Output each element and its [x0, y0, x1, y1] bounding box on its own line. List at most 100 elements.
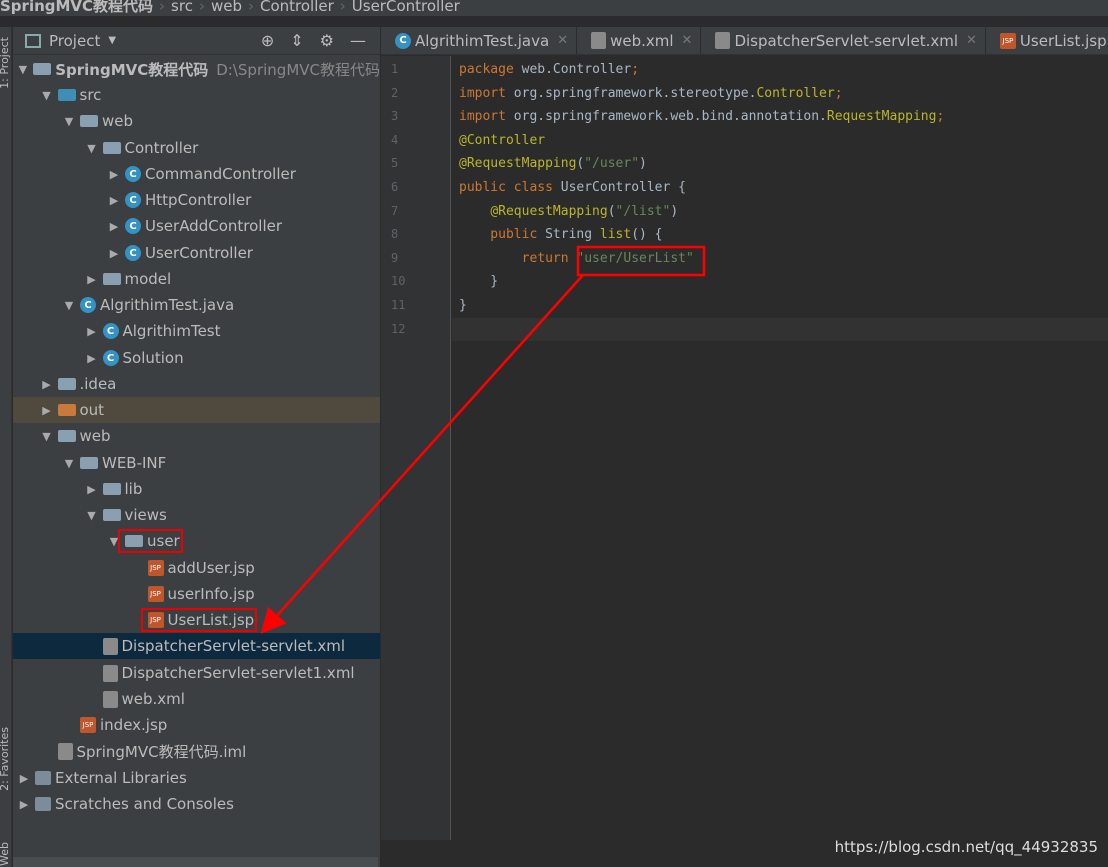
- tree-item[interactable]: ▼ C AlgrithimTest.java: [13, 292, 380, 318]
- tree-item[interactable]: ▶ C UserController: [13, 240, 380, 266]
- collapse-arrow-icon[interactable]: ▶: [107, 247, 121, 260]
- expand-arrow-icon[interactable]: ▼: [62, 457, 76, 470]
- project-panel-header: Project ▼ ⊕ ⇕ ⚙ —: [13, 27, 380, 55]
- editor-gutter: 1 2 3 4 5 6 7 8 9 10 11 12: [381, 56, 451, 840]
- tree-item[interactable]: ▼ user: [13, 528, 380, 554]
- tree-item-label: Solution: [122, 349, 184, 367]
- tree-item[interactable]: DispatcherServlet-servlet.xml: [13, 633, 380, 659]
- tree-item[interactable]: ▼ Controller: [13, 135, 380, 161]
- tree-item[interactable]: ▼ WEB-INF: [13, 450, 380, 476]
- editor-tab[interactable]: DispatcherServlet-servlet.xml ✕: [701, 27, 986, 54]
- tree-item-label: UserController: [145, 244, 253, 262]
- collapse-arrow-icon[interactable]: ▶: [85, 273, 99, 286]
- expand-arrow-icon[interactable]: ▼: [107, 535, 121, 548]
- breadcrumb-separator: ›: [198, 0, 205, 15]
- breadcrumb-item[interactable]: SpringMVC教程代码: [0, 0, 153, 15]
- project-view-selector[interactable]: Project: [49, 32, 100, 50]
- tree-item-label: web: [79, 427, 111, 445]
- editor-tab[interactable]: JSPUserList.jsp✕: [986, 27, 1108, 54]
- tree-item[interactable]: web.xml: [13, 686, 380, 712]
- tree-item[interactable]: ▶ lib: [13, 476, 380, 502]
- tree-item[interactable]: JSP addUser.jsp: [13, 555, 380, 581]
- library-icon: [35, 771, 51, 785]
- folder-icon: [57, 430, 76, 442]
- tree-item[interactable]: ▼ SpringMVC教程代码 D:\SpringMVC教程代码: [13, 56, 380, 82]
- horizontal-scrollbar[interactable]: [13, 857, 378, 867]
- expand-arrow-icon[interactable]: ▼: [62, 299, 76, 312]
- tree-item-label: .idea: [79, 375, 117, 393]
- tree-item[interactable]: ▶ out: [13, 397, 380, 423]
- code-token: }: [459, 298, 467, 313]
- locate-icon[interactable]: ⊕: [261, 31, 274, 50]
- chevron-down-icon[interactable]: ▼: [108, 35, 116, 46]
- collapse-arrow-icon[interactable]: ▶: [85, 352, 99, 365]
- code-line: import org.springframework.stereotype.Co…: [459, 82, 843, 105]
- xml-file-icon: [102, 690, 118, 708]
- breadcrumb-item[interactable]: UserController: [352, 0, 460, 15]
- tree-item[interactable]: ▶ C AlgrithimTest: [13, 318, 380, 344]
- close-icon[interactable]: ✕: [557, 33, 568, 48]
- favorites-tool-button[interactable]: 2: Favorites: [0, 727, 11, 791]
- collapse-all-icon[interactable]: ⇕: [290, 31, 303, 50]
- jsp-file-icon: JSP: [147, 612, 164, 628]
- tree-item[interactable]: ▶ C UserAddController: [13, 213, 380, 239]
- line-number: 5: [391, 156, 399, 171]
- expand-arrow-icon[interactable]: ▼: [62, 115, 76, 128]
- collapse-arrow-icon[interactable]: ▶: [85, 483, 99, 496]
- tree-item-label: SpringMVC教程代码.iml: [76, 742, 247, 761]
- expand-arrow-icon[interactable]: ▼: [85, 142, 99, 155]
- tree-item[interactable]: ▼ web: [13, 423, 380, 449]
- jsp-file-icon: JSP: [999, 32, 1016, 49]
- editor-tab[interactable]: web.xml ✕: [577, 27, 702, 54]
- tree-item[interactable]: JSP userInfo.jsp: [13, 581, 380, 607]
- tree-item[interactable]: ▶ C Solution: [13, 345, 380, 371]
- tree-item[interactable]: ▶ C HttpController: [13, 187, 380, 213]
- editor-tabs: C AlgrithimTest.java ✕ web.xml ✕ DispatcherSe…: [381, 27, 1108, 55]
- expand-arrow-icon[interactable]: ▼: [40, 89, 54, 102]
- tree-item[interactable]: JSP UserList.jsp: [13, 607, 380, 633]
- tree-item[interactable]: ▼ web: [13, 108, 380, 134]
- collapse-arrow-icon[interactable]: ▶: [85, 325, 99, 338]
- expand-arrow-icon[interactable]: ▼: [40, 430, 54, 443]
- collapse-arrow-icon[interactable]: ▶: [17, 798, 31, 811]
- collapse-arrow-icon[interactable]: ▶: [107, 220, 121, 233]
- editor-tab[interactable]: C AlgrithimTest.java ✕: [381, 27, 578, 54]
- tree-item-label: addUser.jsp: [167, 559, 255, 577]
- jsp-file-icon: JSP: [80, 717, 96, 733]
- folder-icon: [102, 142, 121, 154]
- code-token: list: [599, 227, 632, 243]
- breadcrumb-item[interactable]: Controller: [260, 0, 334, 15]
- collapse-arrow-icon[interactable]: ▶: [17, 772, 31, 785]
- xml-file-icon: [591, 32, 607, 49]
- collapse-arrow-icon[interactable]: ▶: [107, 194, 121, 207]
- tree-item-label: External Libraries: [55, 769, 187, 787]
- tree-item[interactable]: SpringMVC教程代码.iml: [13, 738, 380, 764]
- project-tool-button[interactable]: 1: Project: [0, 37, 11, 89]
- tree-item-label: user: [147, 532, 180, 550]
- tree-item[interactable]: ▼ src: [13, 82, 380, 108]
- collapse-arrow-icon[interactable]: ▶: [40, 378, 54, 391]
- collapse-arrow-icon[interactable]: ▶: [107, 168, 121, 181]
- minimize-icon[interactable]: —: [350, 31, 366, 50]
- breadcrumb-item[interactable]: web: [211, 0, 242, 15]
- tab-label: AlgrithimTest.java: [415, 31, 550, 50]
- code-line: public String list() {: [459, 223, 662, 246]
- tree-item[interactable]: ▼ views: [13, 502, 380, 528]
- tree-item[interactable]: ▶ .idea: [13, 371, 380, 397]
- expand-arrow-icon[interactable]: ▼: [17, 63, 30, 76]
- tree-item[interactable]: ▶ Scratches and Consoles: [13, 791, 380, 817]
- breadcrumb-item[interactable]: src: [171, 0, 193, 15]
- close-icon[interactable]: ✕: [966, 33, 977, 48]
- tree-item-label: DispatcherServlet-servlet.xml: [121, 637, 346, 655]
- collapse-arrow-icon[interactable]: ▶: [40, 404, 54, 417]
- tree-item[interactable]: DispatcherServlet-servlet1.xml: [13, 660, 380, 686]
- web-tool-button[interactable]: Web: [0, 842, 11, 866]
- tree-item[interactable]: JSP index.jsp: [13, 712, 380, 738]
- tree-item[interactable]: ▶ C CommandController: [13, 161, 380, 187]
- close-icon[interactable]: ✕: [682, 33, 693, 48]
- tree-item[interactable]: ▶ External Libraries: [13, 765, 380, 791]
- gear-icon[interactable]: ⚙: [320, 31, 334, 50]
- tree-item[interactable]: ▶ model: [13, 266, 380, 292]
- expand-arrow-icon[interactable]: ▼: [85, 509, 99, 522]
